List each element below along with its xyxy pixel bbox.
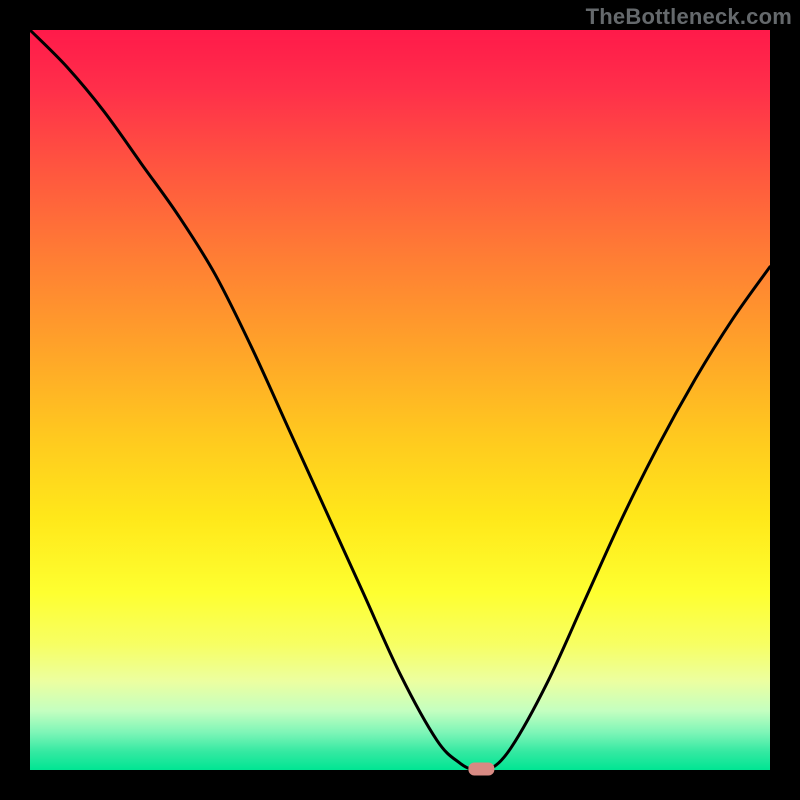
watermark-text: TheBottleneck.com xyxy=(586,4,792,30)
plot-area xyxy=(30,30,770,770)
bottleneck-curve xyxy=(30,30,770,772)
curve-layer xyxy=(30,30,770,770)
minimum-marker xyxy=(468,763,494,776)
chart-frame: TheBottleneck.com xyxy=(0,0,800,800)
